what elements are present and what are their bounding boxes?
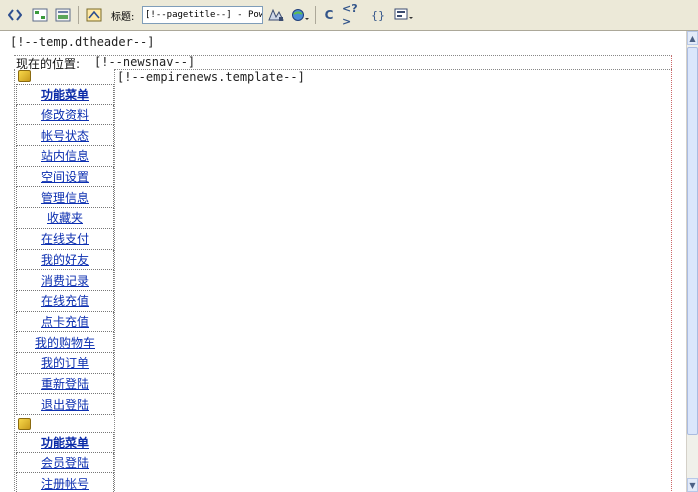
menu-link-member-login[interactable]: 会员登陆 (41, 454, 89, 471)
menu-link-card-recharge[interactable]: 点卡充值 (41, 313, 89, 330)
split-view-icon[interactable] (30, 6, 50, 24)
toolbar-separator (315, 6, 316, 24)
code-view-icon[interactable] (6, 6, 24, 24)
menu-item: 管理信息 (16, 187, 114, 209)
menu-item: 消费记录 (16, 270, 114, 291)
menu-item: 注册帐号 (16, 473, 114, 492)
menu-link-messages[interactable]: 站内信息 (41, 147, 89, 164)
menu-link-online-payment[interactable]: 在线支付 (41, 230, 89, 247)
menu-link-account-status[interactable]: 帐号状态 (41, 127, 89, 144)
menu-link-favorites[interactable]: 收藏夹 (47, 209, 83, 226)
menu-item: 我的好友 (16, 249, 114, 271)
menu-link-spending-records[interactable]: 消费记录 (41, 272, 89, 289)
menu-item: 我的订单 (16, 352, 114, 374)
live-view-icon[interactable] (84, 6, 104, 24)
content-cell (114, 69, 672, 492)
title-label: 标题: (111, 12, 135, 23)
menu-item: 我的购物车 (16, 332, 114, 353)
menu-icon-cell (16, 417, 114, 432)
menu-heading[interactable]: 功能菜单 (41, 434, 89, 451)
design-canvas[interactable]: [!--temp.dtheader--] 现在的位置: [!--newsnav-… (0, 31, 686, 492)
menu-heading-cell: 功能菜单 (16, 84, 114, 105)
menu-folder-icon (18, 70, 31, 82)
newsnav-tag: [!--newsnav--] (94, 55, 196, 69)
scroll-thumb[interactable] (687, 47, 698, 435)
menu-link-manage-info[interactable]: 管理信息 (41, 189, 89, 206)
menu-item: 点卡充值 (16, 311, 114, 333)
vertical-scrollbar[interactable]: ▲ ▼ (686, 31, 698, 492)
braces-icon[interactable]: {} (370, 6, 386, 24)
menu-link-friends[interactable]: 我的好友 (41, 251, 89, 268)
menu-link-register[interactable]: 注册帐号 (41, 475, 89, 492)
menu-link-edit-profile[interactable]: 修改资料 (41, 106, 89, 123)
code-hint-icon[interactable]: <?> (342, 2, 366, 28)
visual-aids-icon[interactable] (393, 6, 415, 24)
menu-folder-icon (18, 418, 31, 430)
sidebar: 功能菜单 修改资料 帐号状态 站内信息 空间设置 管理信息 收藏夹 在线支付 我… (16, 69, 114, 492)
menu-link-space-settings[interactable]: 空间设置 (41, 168, 89, 185)
content-template-tag: [!--empirenews.template--] (117, 70, 305, 84)
scroll-up-button[interactable]: ▲ (687, 31, 698, 45)
menu-item: 会员登陆 (16, 452, 114, 474)
menu-link-online-recharge[interactable]: 在线充值 (41, 292, 89, 309)
file-management-icon[interactable] (266, 6, 286, 24)
design-view-icon[interactable] (53, 6, 73, 24)
menu-heading-cell: 功能菜单 (16, 432, 114, 453)
menu-item: 站内信息 (16, 146, 114, 167)
preview-browser-icon[interactable] (290, 6, 310, 24)
menu-item: 空间设置 (16, 166, 114, 188)
title-input[interactable]: [!--pagetitle--] - Powere (142, 6, 263, 24)
scroll-down-button[interactable]: ▼ (687, 478, 698, 492)
menu-link-cart[interactable]: 我的购物车 (35, 334, 95, 351)
toolbar: 标题: [!--pagetitle--] - Powere C <?> {} (0, 0, 698, 31)
menu-link-relogin[interactable]: 重新登陆 (41, 375, 89, 392)
menu-link-orders[interactable]: 我的订单 (41, 354, 89, 371)
menu-item: 在线支付 (16, 228, 114, 250)
menu-icon-cell (16, 69, 114, 84)
menu-link-logout[interactable]: 退出登陆 (41, 396, 89, 413)
menu-item: 退出登陆 (16, 394, 114, 415)
menu-item: 重新登陆 (16, 373, 114, 395)
refresh-icon[interactable]: C (320, 6, 338, 24)
menu-item: 在线充值 (16, 290, 114, 312)
header-template-tag: [!--temp.dtheader--] (10, 35, 155, 49)
toolbar-separator (78, 6, 79, 24)
menu-item: 收藏夹 (16, 208, 114, 229)
menu-item: 帐号状态 (16, 125, 114, 147)
menu-item: 修改资料 (16, 104, 114, 126)
menu-heading[interactable]: 功能菜单 (41, 86, 89, 103)
